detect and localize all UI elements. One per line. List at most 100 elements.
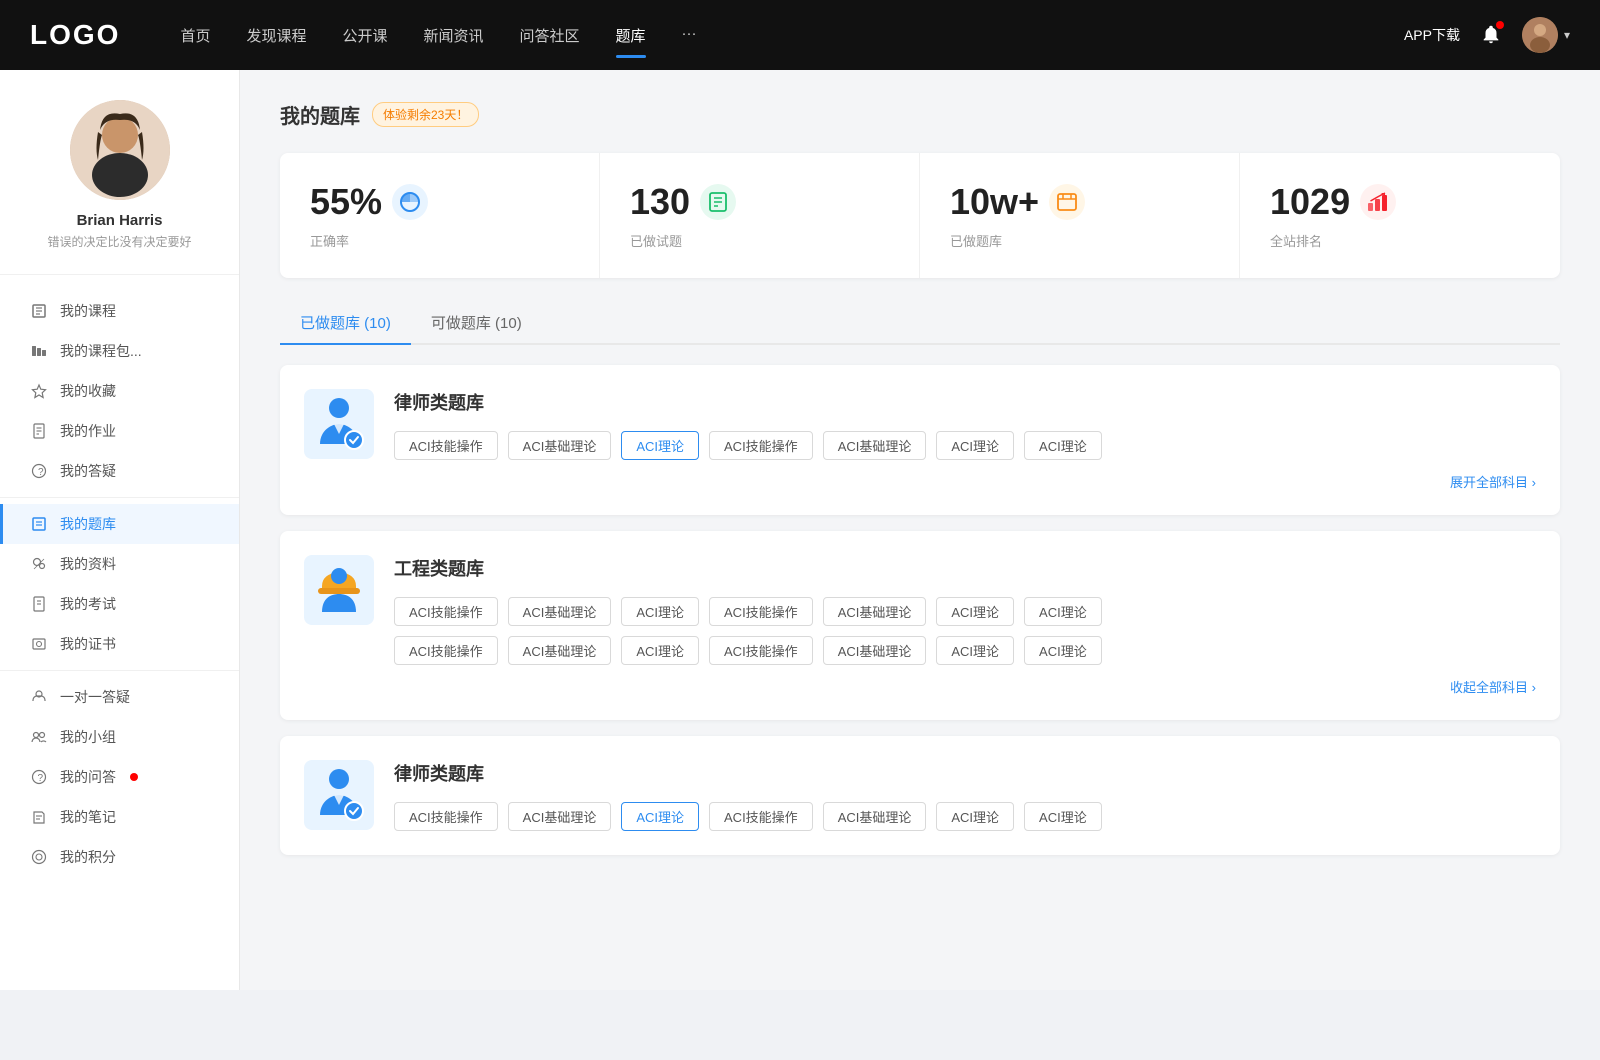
tag-lawyer2-3[interactable]: ACI理论	[621, 802, 699, 831]
tag-lawyer1-5[interactable]: ACI基础理论	[823, 431, 927, 460]
engineer-bank-icon	[304, 555, 374, 625]
sidebar-item-favorites[interactable]: 我的收藏	[0, 371, 239, 411]
bank-card-lawyer-1: 律师类题库 ACI技能操作 ACI基础理论 ACI理论 ACI技能操作 ACI基…	[280, 365, 1560, 515]
tag-eng-2[interactable]: ACI基础理论	[508, 597, 612, 626]
sidebar-label-my-exam: 我的考试	[60, 594, 116, 614]
tag-lawyer2-4[interactable]: ACI技能操作	[709, 802, 813, 831]
page-title: 我的题库	[280, 100, 360, 129]
sidebar-item-one-on-one[interactable]: 一对一答疑	[0, 677, 239, 717]
bank-card-lawyer-2-header: 律师类题库 ACI技能操作 ACI基础理论 ACI理论 ACI技能操作 ACI基…	[304, 760, 1536, 831]
profile-name: Brian Harris	[77, 212, 163, 229]
bank-card-lawyer-2: 律师类题库 ACI技能操作 ACI基础理论 ACI理论 ACI技能操作 ACI基…	[280, 736, 1560, 855]
stat-done-banks-row: 10w+	[950, 181, 1209, 223]
lawyer-bank-icon-1	[304, 389, 374, 459]
sidebar-item-my-question[interactable]: ? 我的问答	[0, 757, 239, 797]
bank-card-lawyer-1-title: 律师类题库	[394, 389, 1536, 415]
question-bank-icon	[30, 515, 48, 533]
stat-done-banks: 10w+ 已做题库	[920, 153, 1240, 278]
tag-lawyer1-6[interactable]: ACI理论	[936, 431, 1014, 460]
app-download-button[interactable]: APP下载	[1404, 25, 1460, 45]
stat-accuracy-row: 55%	[310, 181, 569, 223]
navbar-chevron-icon: ▾	[1564, 28, 1570, 42]
points-icon	[30, 848, 48, 866]
tag-eng-5[interactable]: ACI基础理论	[823, 597, 927, 626]
profile-section: Brian Harris 错误的决定比没有决定要好	[0, 100, 239, 275]
tag-lawyer2-7[interactable]: ACI理论	[1024, 802, 1102, 831]
logo: LOGO	[30, 19, 120, 51]
tag-lawyer2-6[interactable]: ACI理论	[936, 802, 1014, 831]
tag-eng-3[interactable]: ACI理论	[621, 597, 699, 626]
sidebar-item-my-data[interactable]: 我的资料	[0, 544, 239, 584]
bank-card-engineer-tags-row2: ACI技能操作 ACI基础理论 ACI理论 ACI技能操作 ACI基础理论 AC…	[394, 636, 1536, 665]
tag-lawyer1-4[interactable]: ACI技能操作	[709, 431, 813, 460]
tag-lawyer2-5[interactable]: ACI基础理论	[823, 802, 927, 831]
nav-qa[interactable]: 问答社区	[520, 21, 580, 50]
stat-done-banks-value: 10w+	[950, 181, 1039, 223]
svg-text:?: ?	[38, 773, 44, 784]
sidebar-label-my-courses: 我的课程	[60, 301, 116, 321]
tag-eng-4[interactable]: ACI技能操作	[709, 597, 813, 626]
tag-lawyer1-7[interactable]: ACI理论	[1024, 431, 1102, 460]
main-content: 我的题库 体验剩余23天！ 55% 正确率	[240, 70, 1600, 990]
expand-lawyer-1-link[interactable]: 展开全部科目 ›	[394, 472, 1536, 491]
sidebar-item-my-notes[interactable]: 我的笔记	[0, 797, 239, 837]
svg-text:?: ?	[38, 467, 44, 478]
avatar	[1522, 17, 1558, 53]
sidebar-item-my-qa[interactable]: ? 我的答疑	[0, 451, 239, 491]
tag-eng-7[interactable]: ACI理论	[1024, 597, 1102, 626]
tag-eng2-2[interactable]: ACI基础理论	[508, 636, 612, 665]
tab-done-banks[interactable]: 已做题库 (10)	[280, 302, 411, 345]
data-icon	[30, 555, 48, 573]
tag-eng2-3[interactable]: ACI理论	[621, 636, 699, 665]
done-questions-icon	[700, 184, 736, 220]
stat-site-rank-value: 1029	[1270, 181, 1350, 223]
tag-eng-6[interactable]: ACI理论	[936, 597, 1014, 626]
trial-badge: 体验剩余23天！	[372, 102, 479, 127]
notification-dot	[130, 773, 138, 781]
site-rank-icon	[1360, 184, 1396, 220]
nav-menu: 首页 发现课程 公开课 新闻资讯 问答社区 题库 ···	[180, 21, 1404, 50]
tab-available-banks[interactable]: 可做题库 (10)	[411, 302, 542, 345]
tag-lawyer1-2[interactable]: ACI基础理论	[508, 431, 612, 460]
sidebar-label-my-qa: 我的答疑	[60, 461, 116, 481]
tag-lawyer1-1[interactable]: ACI技能操作	[394, 431, 498, 460]
tabs-row: 已做题库 (10) 可做题库 (10)	[280, 302, 1560, 345]
sidebar-item-question-bank[interactable]: 我的题库	[0, 504, 239, 544]
nav-home[interactable]: 首页	[180, 21, 210, 50]
one-on-one-icon	[30, 688, 48, 706]
tag-lawyer2-2[interactable]: ACI基础理论	[508, 802, 612, 831]
tag-eng2-5[interactable]: ACI基础理论	[823, 636, 927, 665]
tag-lawyer1-3[interactable]: ACI理论	[621, 431, 699, 460]
sidebar-item-my-exam[interactable]: 我的考试	[0, 584, 239, 624]
bank-card-lawyer-1-content: 律师类题库 ACI技能操作 ACI基础理论 ACI理论 ACI技能操作 ACI基…	[394, 389, 1536, 491]
sidebar-item-my-cert[interactable]: 我的证书	[0, 624, 239, 664]
sidebar-item-homework[interactable]: 我的作业	[0, 411, 239, 451]
qa-icon: ?	[30, 462, 48, 480]
tag-eng2-1[interactable]: ACI技能操作	[394, 636, 498, 665]
notification-bell-icon[interactable]	[1480, 23, 1502, 48]
collapse-engineer-link[interactable]: 收起全部科目 ›	[394, 677, 1536, 696]
sidebar-label-my-notes: 我的笔记	[60, 807, 116, 827]
sidebar-item-my-courses[interactable]: 我的课程	[0, 291, 239, 331]
tag-eng2-7[interactable]: ACI理论	[1024, 636, 1102, 665]
stat-done-questions-row: 130	[630, 181, 889, 223]
nav-open-course[interactable]: 公开课	[342, 21, 387, 50]
sidebar-label-my-points: 我的积分	[60, 847, 116, 867]
lawyer-bank-icon-2	[304, 760, 374, 830]
nav-more[interactable]: ···	[682, 21, 697, 50]
bank-card-lawyer-2-tags: ACI技能操作 ACI基础理论 ACI理论 ACI技能操作 ACI基础理论 AC…	[394, 802, 1536, 831]
sidebar-item-my-points[interactable]: 我的积分	[0, 837, 239, 877]
tag-eng2-6[interactable]: ACI理论	[936, 636, 1014, 665]
nav-discover[interactable]: 发现课程	[246, 21, 306, 50]
tag-lawyer2-1[interactable]: ACI技能操作	[394, 802, 498, 831]
nav-news[interactable]: 新闻资讯	[424, 21, 484, 50]
user-avatar-button[interactable]: ▾	[1522, 17, 1570, 53]
tag-eng-1[interactable]: ACI技能操作	[394, 597, 498, 626]
group-icon	[30, 728, 48, 746]
course-package-icon	[30, 342, 48, 360]
sidebar-item-my-group[interactable]: 我的小组	[0, 717, 239, 757]
stat-done-questions: 130 已做试题	[600, 153, 920, 278]
nav-question-bank[interactable]: 题库	[616, 21, 646, 50]
tag-eng2-4[interactable]: ACI技能操作	[709, 636, 813, 665]
sidebar-item-course-package[interactable]: 我的课程包...	[0, 331, 239, 371]
